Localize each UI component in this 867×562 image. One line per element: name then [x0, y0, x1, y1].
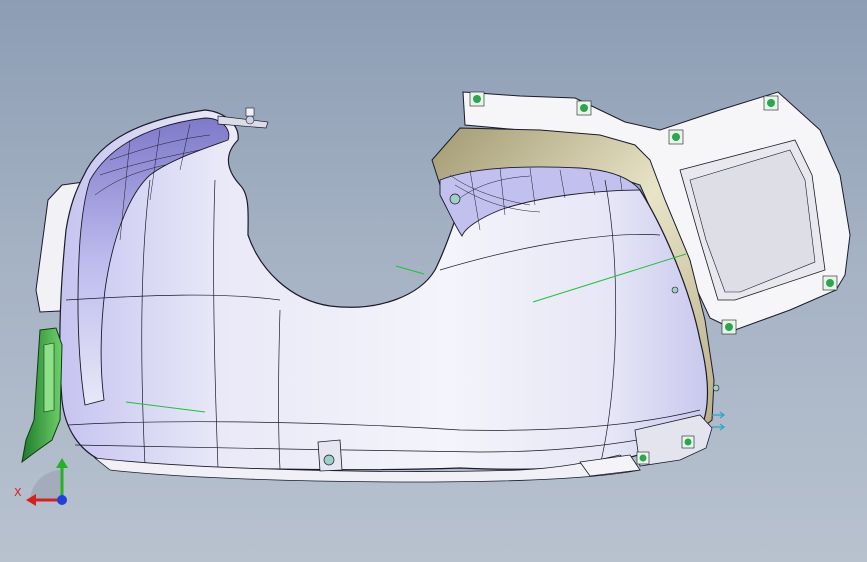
fastener-bottom[interactable] — [323, 454, 335, 466]
clip-5[interactable] — [822, 275, 838, 291]
clip-6[interactable] — [721, 319, 737, 335]
coordinate-triad[interactable]: X — [14, 458, 68, 506]
clip-4[interactable] — [763, 95, 779, 111]
clip-7[interactable] — [681, 435, 695, 449]
fastener-arch-top[interactable] — [449, 193, 461, 205]
edge-markers — [712, 411, 725, 431]
fastener-right-low[interactable] — [712, 384, 720, 392]
triad-y-arrow — [56, 458, 68, 468]
fastener-right[interactable] — [671, 286, 679, 294]
clip-3[interactable] — [668, 129, 684, 145]
clip-2[interactable] — [576, 100, 592, 116]
triad-x-label: X — [14, 486, 22, 499]
cad-viewport[interactable]: X — [0, 0, 867, 562]
left-mounting-bracket[interactable] — [21, 327, 63, 464]
clip-8[interactable] — [636, 451, 650, 465]
triad-z-axis — [57, 495, 67, 505]
clip-1[interactable] — [469, 91, 485, 107]
